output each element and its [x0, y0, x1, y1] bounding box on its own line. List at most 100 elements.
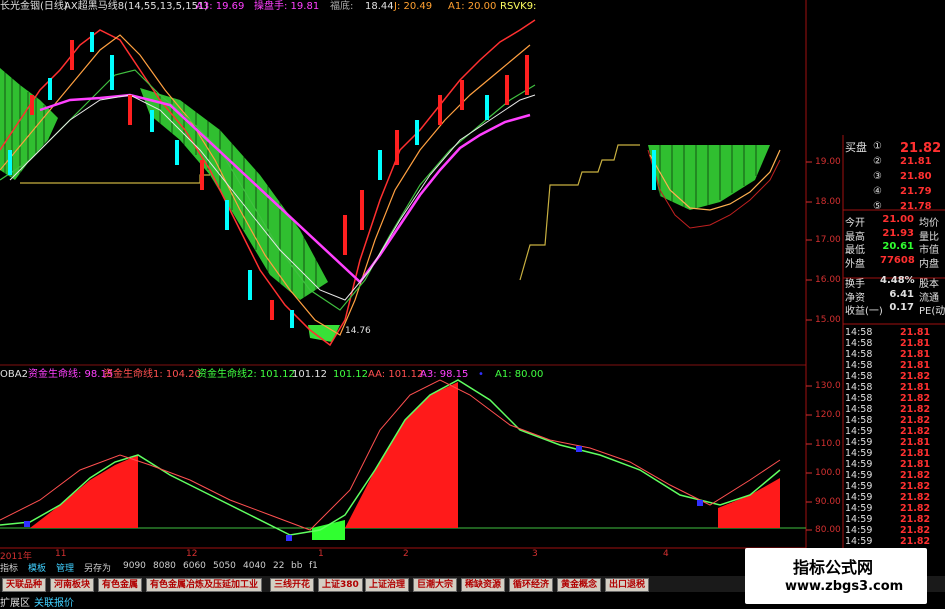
sector-tab[interactable]: 有色金属冶炼及压延加工业	[146, 578, 263, 592]
quote-value: 20.61	[882, 241, 914, 252]
control-8[interactable]: 4040	[243, 561, 266, 571]
sector-tab[interactable]: 河南板块	[50, 578, 95, 592]
quote-value: 77608	[880, 254, 915, 266]
tick-time: 14:59	[845, 492, 873, 503]
quote-value: 21.93	[882, 227, 914, 239]
order-price: 21.80	[900, 171, 932, 182]
price-axis-label: 16.00	[815, 275, 841, 285]
osc-red-area-2	[345, 382, 458, 528]
buy-label: 买盘	[845, 141, 867, 154]
band-hatch	[4, 70, 757, 298]
tick-time: 14:59	[845, 514, 873, 525]
osc-marker	[24, 521, 30, 527]
date-label: 1	[318, 549, 324, 559]
tick-time: 14:59	[845, 503, 873, 514]
tick-price: 21.81	[900, 382, 931, 393]
tick-time: 14:58	[845, 371, 873, 382]
quote-key2: PE(动	[919, 306, 945, 317]
osc-line3: 101.12	[333, 369, 368, 380]
price-axis-label: 18.00	[815, 197, 841, 207]
chart-canvas	[0, 0, 945, 549]
osc-red-area-1	[30, 455, 138, 528]
control-1[interactable]: 模板	[28, 561, 46, 574]
tick-price: 21.82	[900, 525, 931, 536]
date-label: 4	[663, 549, 669, 559]
osc-line2: 资金生命线2: 101.12	[197, 369, 295, 380]
order-index: ②	[873, 156, 882, 167]
sector-tab[interactable]: 黄金概念	[557, 578, 602, 592]
sector-tab[interactable]: 有色金属	[98, 578, 143, 592]
sector-tab[interactable]: 稀缺资源	[461, 578, 506, 592]
control-5[interactable]: 8080	[153, 561, 176, 571]
control-6[interactable]: 6060	[183, 561, 206, 571]
tick-time: 14:58	[845, 382, 873, 393]
sector-tab[interactable]: 上证治理	[365, 578, 410, 592]
osc-axis-label: 80.00	[815, 525, 841, 535]
footer-link[interactable]: 关联报价	[34, 594, 74, 609]
quote-key: 收益(一)	[845, 306, 883, 317]
footer-ext[interactable]: 扩展区	[0, 594, 30, 609]
osc-axis-label: 120.0	[815, 410, 841, 420]
tick-time: 14:59	[845, 426, 873, 437]
tick-price: 21.82	[900, 371, 931, 382]
tick-time: 14:59	[845, 437, 873, 448]
date-label: 2	[403, 549, 409, 559]
control-11[interactable]: f1	[309, 561, 318, 571]
tick-time: 14:58	[845, 360, 873, 371]
price-ticks	[806, 161, 812, 321]
osc-axis-label: 90.00	[815, 497, 841, 507]
order-index: ④	[873, 186, 882, 197]
osc-name[interactable]: OBA2	[0, 368, 28, 382]
order-index: ①	[873, 141, 882, 152]
order-price: 21.81	[900, 156, 932, 167]
price-axis-label: 19.00	[815, 157, 841, 167]
tick-price: 21.81	[900, 349, 931, 360]
tick-time: 14:58	[845, 327, 873, 338]
control-10[interactable]: bb	[291, 561, 302, 571]
tick-price: 21.81	[900, 327, 931, 338]
tick-price: 21.82	[900, 503, 931, 514]
tick-time: 14:58	[845, 404, 873, 415]
quote-value: 6.41	[889, 288, 914, 300]
stair-line-2	[519, 144, 640, 281]
price-axis-label: 15.00	[815, 315, 841, 325]
tick-price: 21.81	[900, 360, 931, 371]
watermark-box: 指标公式网 www.zbgs3.com	[745, 548, 927, 604]
green-band-left	[0, 68, 770, 342]
osc-a1: A1: 80.00	[495, 369, 544, 380]
osc-aa: AA: 101.12	[368, 369, 424, 380]
sector-tab[interactable]: 巨潮大宗	[413, 578, 458, 592]
quote-value: 21.00	[882, 214, 914, 225]
control-9[interactable]: 22	[273, 561, 284, 571]
osc-a3: A3: 98.15	[420, 369, 469, 380]
candles	[8, 32, 656, 328]
watermark-title: 指标公式网	[793, 558, 874, 577]
sector-tab[interactable]: 天联品种	[2, 578, 47, 592]
order-price: 21.78	[900, 201, 932, 212]
quote-value: 0.17	[889, 302, 914, 313]
osc-axis-label: 110.0	[815, 439, 841, 449]
osc-marker	[576, 446, 582, 452]
control-3[interactable]: 另存为	[84, 561, 111, 574]
tick-price: 21.81	[900, 437, 931, 448]
sector-tab[interactable]: 循环经济	[509, 578, 554, 592]
date-label: 3	[532, 549, 538, 559]
control-2[interactable]: 管理	[56, 561, 74, 574]
sector-tab[interactable]: 上证380	[318, 578, 363, 592]
sector-tab[interactable]: 三线开花	[270, 578, 315, 592]
tick-price: 21.81	[900, 338, 931, 349]
tick-price: 21.82	[900, 492, 931, 503]
order-index: ⑤	[873, 201, 882, 212]
control-0[interactable]: 指标	[0, 561, 18, 574]
osc-line1: 资金生命线: 98.15	[28, 369, 114, 380]
sector-tab[interactable]: 出口退税	[605, 578, 650, 592]
tick-time: 14:58	[845, 349, 873, 360]
tick-price: 21.82	[900, 536, 931, 547]
tick-price: 21.82	[900, 514, 931, 525]
order-index: ③	[873, 171, 882, 182]
osc-dot: •	[478, 369, 484, 380]
tick-time: 14:59	[845, 459, 873, 470]
control-4[interactable]: 9090	[123, 561, 146, 571]
osc-marker	[697, 500, 703, 506]
control-7[interactable]: 5050	[213, 561, 236, 571]
